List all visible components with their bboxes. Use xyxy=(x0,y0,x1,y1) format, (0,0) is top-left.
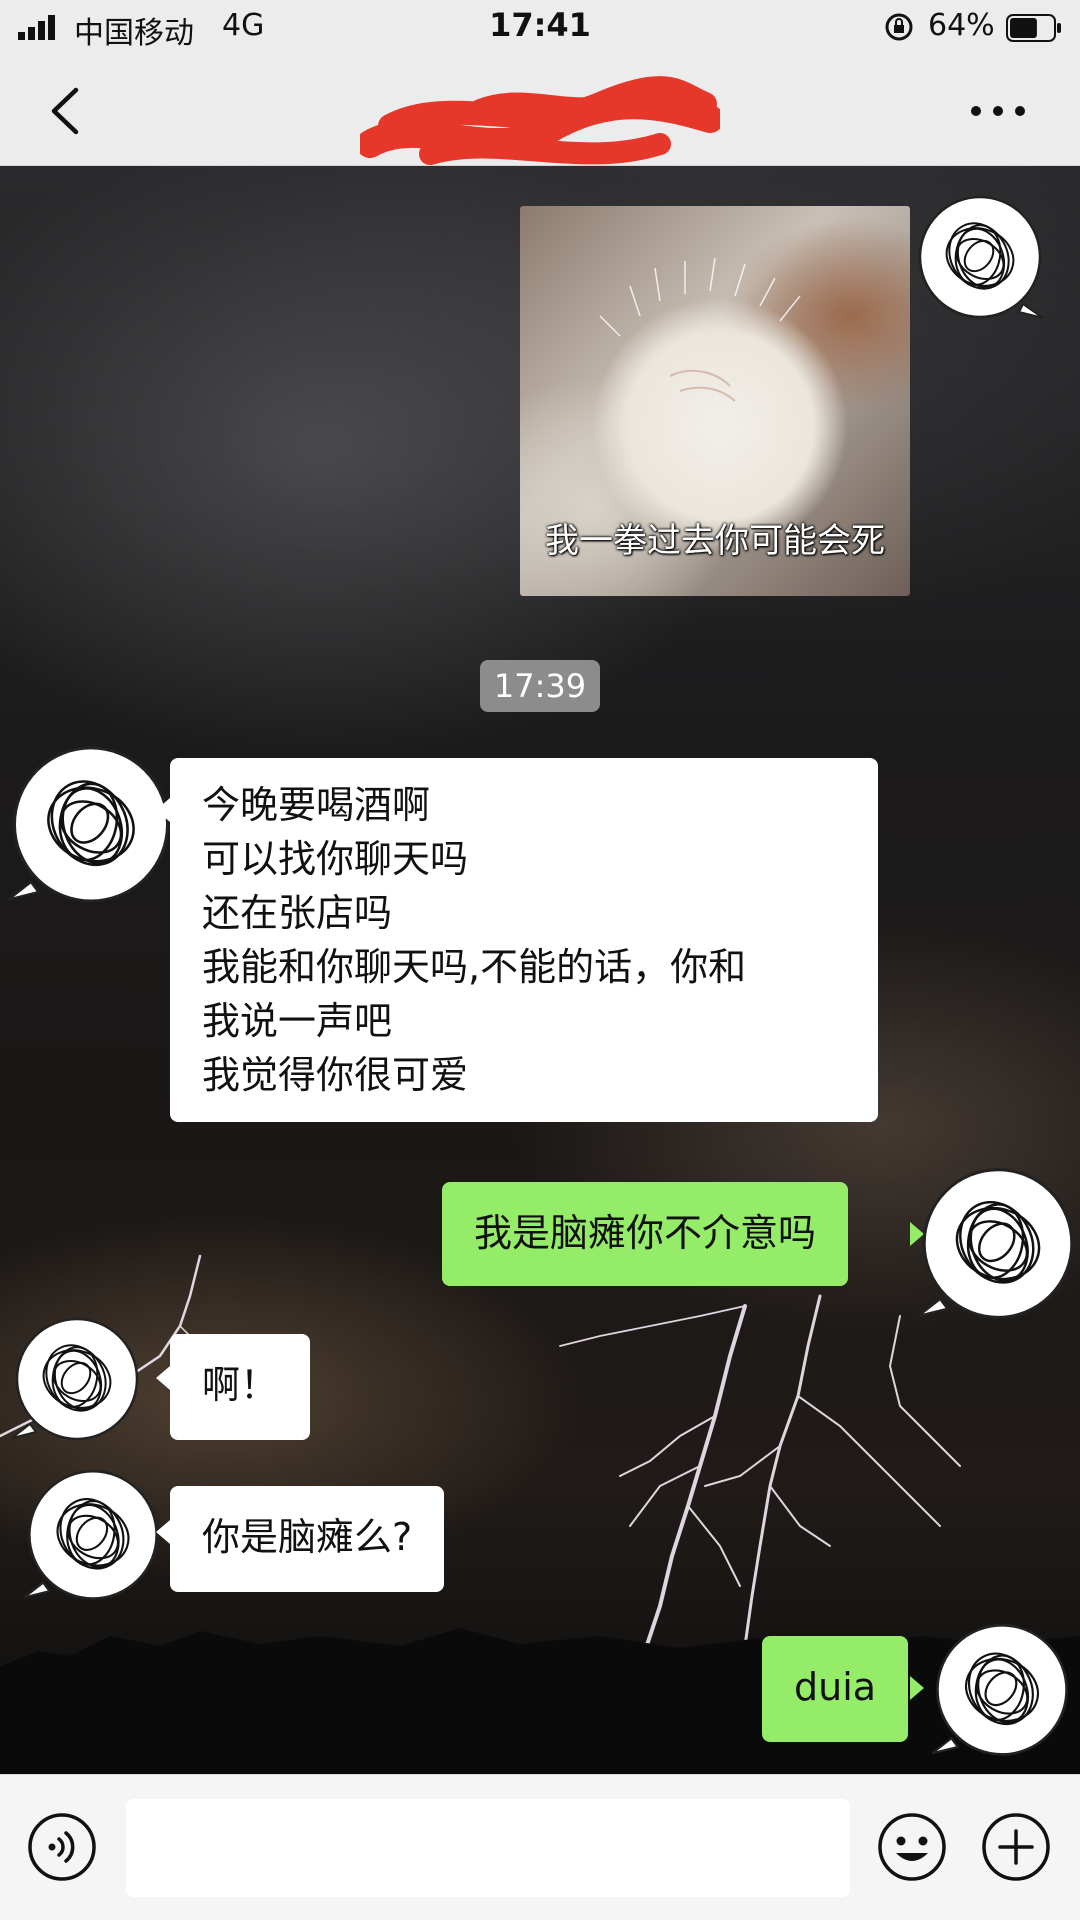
bubble-tail xyxy=(156,1520,170,1544)
scribble-avatar-icon xyxy=(931,1623,1068,1756)
contact-avatar[interactable] xyxy=(11,1316,142,1446)
scribble-avatar-icon xyxy=(7,746,170,903)
message-input[interactable] xyxy=(126,1799,850,1897)
message-line: 我能和你聊天吗,不能的话，你和 xyxy=(202,945,747,989)
emoji-icon[interactable] xyxy=(876,1811,948,1883)
message-bubble-incoming[interactable]: 今晚要喝酒啊 可以找你聊天吗 还在张店吗 我能和你聊天吗,不能的话，你和 我说一… xyxy=(170,758,878,1122)
message-line: 还在张店吗 xyxy=(202,891,393,935)
sticker-image[interactable]: 我一拳过去你可能会死 xyxy=(520,206,910,596)
message-line: 我说一声吧 xyxy=(202,999,393,1043)
chat-area[interactable]: 我一拳过去你可能会死 17:39 今晚要喝酒啊 可以找你聊天吗 还在张店吗 我能… xyxy=(0,166,1080,1774)
message-text: 我是脑瘫你不介意吗 xyxy=(474,1211,817,1255)
more-dots-icon[interactable] xyxy=(968,100,1028,122)
message-text: 啊！ xyxy=(202,1363,279,1407)
sticker-caption: 我一拳过去你可能会死 xyxy=(545,521,885,561)
plus-icon[interactable] xyxy=(980,1811,1052,1883)
rotation-lock-icon xyxy=(885,13,913,41)
scribble-avatar-icon xyxy=(23,1469,159,1600)
chevron-left-icon[interactable] xyxy=(46,86,86,136)
status-time: 17:41 xyxy=(489,6,591,44)
scribble-avatar-icon xyxy=(11,1317,139,1441)
my-avatar[interactable] xyxy=(931,1622,1072,1762)
message-bubble-incoming[interactable]: 你是脑瘫么? xyxy=(170,1486,445,1592)
status-bar: 中国移动 4G 17:41 64% xyxy=(0,0,1080,56)
scribble-avatar-icon xyxy=(918,195,1044,319)
contact-avatar[interactable] xyxy=(7,744,174,910)
chat-timestamp: 17:39 xyxy=(480,660,600,712)
bubble-tail xyxy=(156,798,170,822)
redacted-title xyxy=(360,76,720,165)
my-avatar[interactable] xyxy=(917,1166,1078,1326)
bubble-tail xyxy=(910,1676,924,1700)
message-line: 可以找你聊天吗 xyxy=(202,837,469,881)
nav-bar xyxy=(0,56,1080,166)
my-avatar[interactable] xyxy=(915,194,1045,324)
battery-icon xyxy=(1006,14,1061,42)
message-line: 今晚要喝酒啊 xyxy=(202,783,431,827)
input-bar xyxy=(0,1774,1080,1920)
message-text: 你是脑瘫么? xyxy=(202,1515,413,1559)
scribble-avatar-icon xyxy=(917,1168,1074,1319)
bubble-tail xyxy=(156,1366,170,1390)
message-bubble-outgoing[interactable]: 我是脑瘫你不介意吗 xyxy=(442,1182,849,1286)
battery-percent: 64% xyxy=(928,8,995,43)
message-bubble-outgoing[interactable]: duia xyxy=(762,1636,909,1742)
message-bubble-incoming[interactable]: 啊！ xyxy=(170,1334,311,1440)
message-text: duia xyxy=(794,1665,877,1709)
message-line: 我觉得你很可爱 xyxy=(202,1053,469,1097)
contact-avatar[interactable] xyxy=(23,1468,162,1606)
voice-icon[interactable] xyxy=(26,1811,98,1883)
